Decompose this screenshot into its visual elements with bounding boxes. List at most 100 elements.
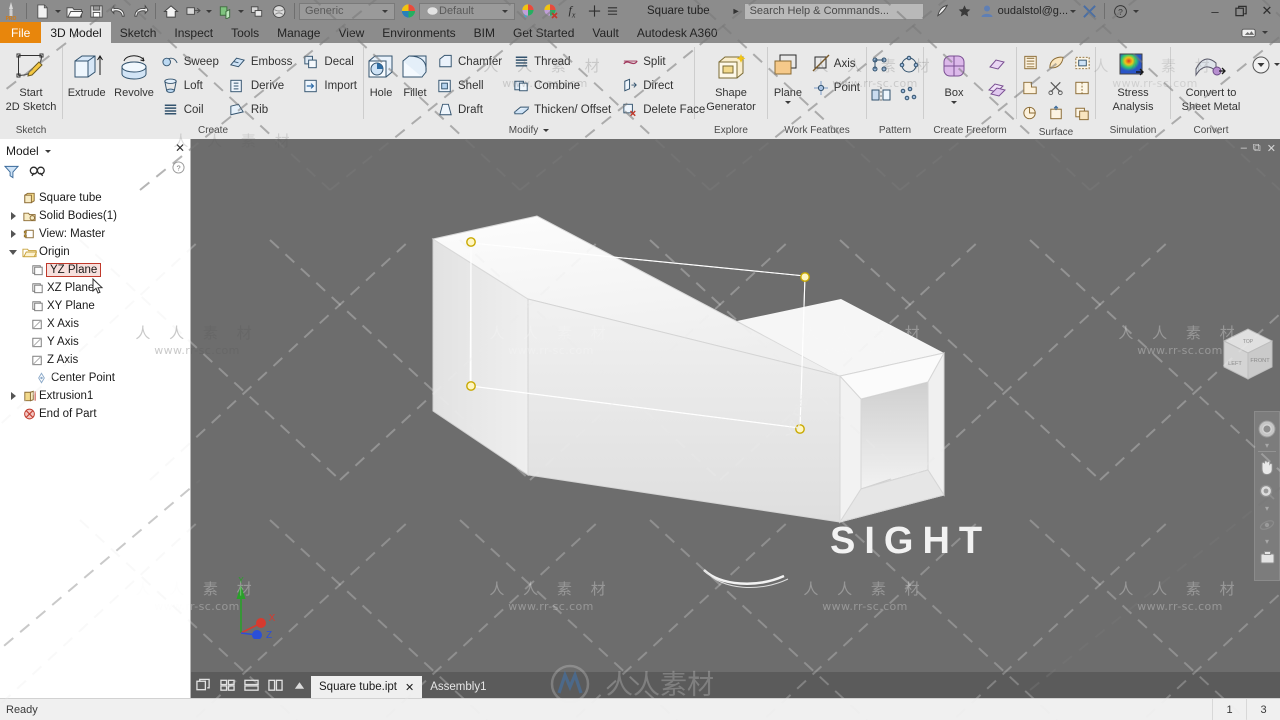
user-menu-dropdown[interactable]	[1068, 1, 1078, 21]
tree-item-z-axis[interactable]: Z Axis	[0, 351, 190, 369]
decal-button[interactable]: Decal	[298, 50, 363, 74]
help-icon[interactable]: ?	[1109, 1, 1131, 21]
freeform-edit-button[interactable]	[984, 52, 1016, 76]
search-input[interactable]: Search Help & Commands...	[743, 2, 924, 20]
rectangular-pattern-icon[interactable]	[867, 50, 895, 80]
tile-layout-icon[interactable]	[191, 672, 215, 698]
grid-layout-icon[interactable]	[215, 672, 239, 698]
ribbon-tab-sketch[interactable]: Sketch	[111, 22, 166, 43]
close-icon[interactable]: ✕	[175, 141, 185, 155]
work-plane-dropdown-icon[interactable]	[784, 101, 791, 104]
shell-button[interactable]: Shell	[432, 74, 508, 98]
document-tab-assembly1[interactable]: Assembly1	[422, 676, 494, 698]
panel-overflow-dropdown-icon[interactable]	[1274, 63, 1280, 66]
freeform-convert-button[interactable]	[984, 76, 1016, 100]
user-avatar-icon[interactable]	[976, 1, 998, 21]
pan-hand-icon[interactable]	[1258, 454, 1276, 479]
horizontal-layout-icon[interactable]	[239, 672, 263, 698]
tree-item-square-tube[interactable]: Square tube	[0, 189, 190, 207]
zoom-icon[interactable]	[1258, 479, 1276, 504]
ruled-surface-icon[interactable]	[1017, 50, 1043, 75]
trim-icon[interactable]	[1043, 75, 1069, 100]
loft-button[interactable]: Loft	[158, 74, 225, 98]
ribbon-cloud-icon[interactable]	[1238, 22, 1260, 42]
tree-item-origin[interactable]: Origin	[0, 243, 190, 261]
appearance-sphere-icon[interactable]	[268, 1, 290, 21]
chevron-down-icon[interactable]	[378, 9, 392, 13]
ribbon-cloud-dropdown[interactable]	[1260, 22, 1270, 42]
stitch-icon[interactable]	[1069, 75, 1095, 100]
home-icon[interactable]	[160, 1, 182, 21]
boundary-patch-icon[interactable]	[1069, 50, 1095, 75]
parameters-fx-icon[interactable]: fx	[561, 1, 583, 21]
search-expand-icon[interactable]: ►	[732, 6, 741, 16]
sketch-driven-pattern-icon[interactable]	[895, 80, 923, 110]
coil-button[interactable]: Coil	[158, 98, 225, 122]
favorites-star-icon[interactable]	[954, 1, 976, 21]
material-combo[interactable]: Generic	[299, 2, 395, 20]
replace-face-icon[interactable]	[1043, 100, 1069, 125]
window-close-button[interactable]: ✕	[1254, 0, 1280, 22]
tree-item-view-master[interactable]: View: Master	[0, 225, 190, 243]
new-document-dropdown[interactable]	[53, 1, 63, 21]
select-icon[interactable]	[246, 1, 268, 21]
convert-sheet-metal-button[interactable]: Convert to Sheet Metal	[1171, 46, 1251, 113]
zoom-dropdown-icon[interactable]: ▾	[1265, 504, 1269, 513]
help-dropdown[interactable]	[1131, 1, 1141, 21]
model-browser-dropdown-icon[interactable]	[44, 149, 51, 153]
hole-button[interactable]: Hole	[364, 46, 398, 99]
steering-wheel-icon[interactable]	[1257, 416, 1277, 441]
ribbon-tab-manage[interactable]: Manage	[268, 22, 329, 43]
look-at-icon[interactable]	[1258, 545, 1277, 570]
tree-expander-extrusion1[interactable]	[6, 392, 20, 400]
freeform-box-dropdown-icon[interactable]	[951, 101, 957, 104]
stress-analysis-button[interactable]: Stress Analysis	[1096, 46, 1170, 113]
window-restore-button[interactable]	[1228, 0, 1254, 22]
open-folder-icon[interactable]	[63, 1, 85, 21]
appearance-combo[interactable]: Default	[419, 2, 515, 20]
draft-button[interactable]: Draft	[432, 98, 508, 122]
filter-icon[interactable]	[3, 165, 20, 184]
floppy-save-icon[interactable]	[85, 1, 107, 21]
model-browser-header[interactable]: Model	[0, 139, 190, 163]
shape-generator-button[interactable]: Shape Generator	[695, 46, 767, 113]
modify-panel-dropdown-icon[interactable]	[543, 129, 550, 132]
ribbon-tab-view[interactable]: View	[329, 22, 373, 43]
panel-overflow-icon[interactable]	[1251, 55, 1271, 80]
chamfer-button[interactable]: Chamfer	[432, 50, 508, 74]
fillet-button[interactable]: Fillet	[398, 46, 432, 99]
update-dropdown[interactable]	[236, 1, 246, 21]
combine-button[interactable]: Combine	[508, 74, 617, 98]
ribbon-tab-inspect[interactable]: Inspect	[165, 22, 222, 43]
tree-item-x-axis[interactable]: X Axis	[0, 315, 190, 333]
tree-expander-origin[interactable]	[6, 249, 20, 255]
orbit-icon[interactable]	[1258, 512, 1276, 537]
square-tube-model[interactable]: YZ Plane	[191, 139, 1280, 672]
document-tab-close-icon[interactable]: ✕	[405, 681, 414, 694]
work-axis-button[interactable]: Axis	[808, 52, 866, 76]
start-2d-sketch-button[interactable]: Start 2D Sketch	[0, 46, 62, 113]
steering-wheel-dropdown-icon[interactable]: ▾	[1265, 441, 1269, 450]
panel-label-modify[interactable]: Modify	[364, 122, 694, 139]
ribbon-tab-get-started[interactable]: Get Started	[504, 22, 583, 43]
return-dropdown[interactable]	[204, 1, 214, 21]
tree-expander-solid-bodies[interactable]	[6, 212, 20, 220]
ribbon-tab-environments[interactable]: Environments	[373, 22, 464, 43]
tree-expander-view-master[interactable]	[6, 230, 20, 238]
emboss-button[interactable]: Emboss	[225, 50, 299, 74]
rib-button[interactable]: Rib	[225, 98, 299, 122]
thread-button[interactable]: Thread	[508, 50, 617, 74]
tree-item-xz-plane[interactable]: XZ Plane	[0, 277, 190, 297]
tree-item-y-axis[interactable]: Y Axis	[0, 333, 190, 351]
new-document-icon[interactable]	[31, 1, 53, 21]
mirror-icon[interactable]	[867, 80, 895, 110]
derive-button[interactable]: Derive	[225, 74, 299, 98]
revolve-button[interactable]: Revolve	[110, 46, 157, 99]
sweep-button[interactable]: Sweep	[158, 50, 225, 74]
measure-icon[interactable]	[583, 1, 605, 21]
copy-surface-icon[interactable]	[1069, 100, 1095, 125]
tree-item-end-of-part[interactable]: End of Part	[0, 405, 190, 423]
chevron-down-icon-2[interactable]	[498, 9, 512, 13]
ribbon-tab-file[interactable]: File	[0, 22, 42, 43]
circular-pattern-icon[interactable]	[895, 50, 923, 80]
